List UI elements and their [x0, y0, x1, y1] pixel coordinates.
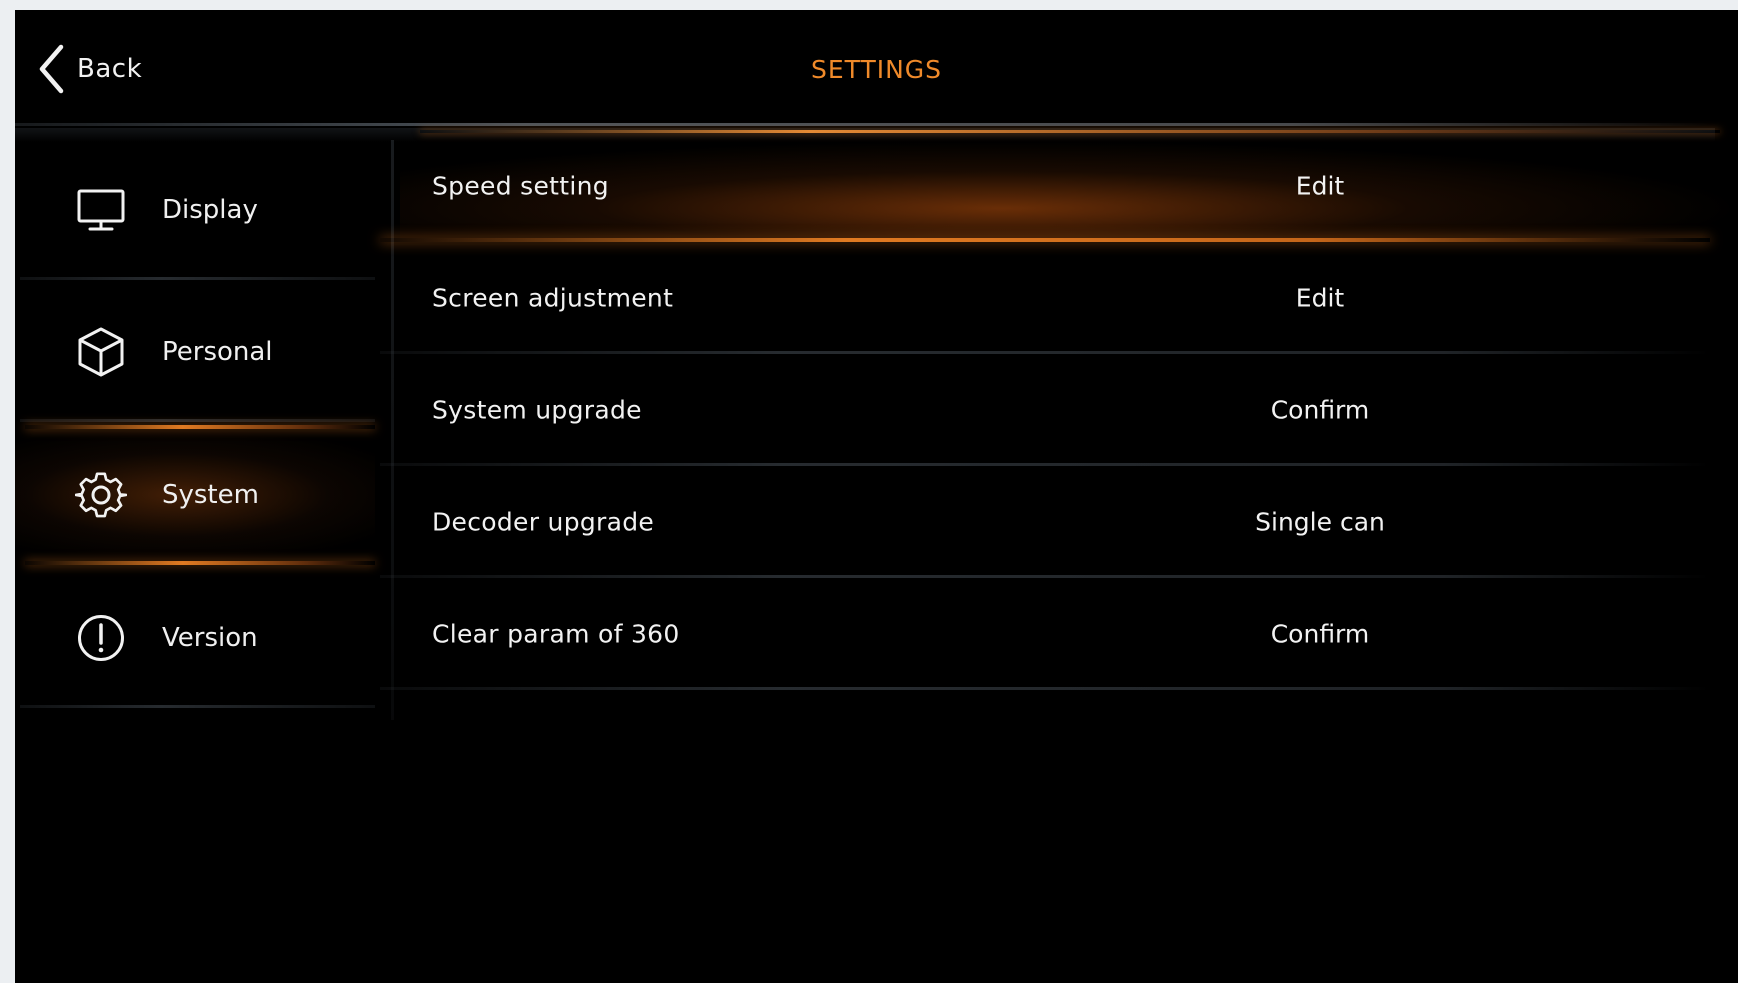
sidebar-item-version[interactable]: Version — [15, 568, 375, 708]
setting-label: System upgrade — [432, 395, 642, 425]
setting-label: Clear param of 360 — [432, 619, 680, 649]
sidebar-item-display[interactable]: Display — [15, 140, 375, 280]
sidebar-item-label: System — [162, 480, 259, 510]
sidebar-item-label: Personal — [162, 337, 273, 367]
sidebar-item-label: Version — [162, 623, 258, 653]
settings-screen: Back SETTINGS Display Personal System Ve… — [15, 10, 1738, 983]
sidebar-item-system[interactable]: System — [15, 425, 375, 565]
confirm-button[interactable]: Confirm — [1220, 396, 1420, 425]
gear-icon — [75, 469, 127, 521]
setting-row-speed-setting[interactable]: Speed setting Edit — [380, 130, 1738, 242]
settings-list: Speed setting Edit Screen adjustment Edi… — [380, 110, 1738, 710]
edit-button[interactable]: Edit — [1220, 172, 1420, 201]
monitor-icon — [75, 184, 127, 236]
setting-row-clear-param-360[interactable]: Clear param of 360 Confirm — [380, 578, 1738, 690]
setting-label: Speed setting — [432, 171, 609, 201]
decoder-mode-option[interactable]: Single can — [1220, 508, 1420, 537]
cube-icon — [75, 326, 127, 378]
info-icon — [75, 612, 127, 664]
setting-row-system-upgrade[interactable]: System upgrade Confirm — [380, 354, 1738, 466]
setting-label: Decoder upgrade — [432, 507, 655, 537]
sidebar: Display Personal System Version — [15, 140, 375, 983]
setting-row-screen-adjustment[interactable]: Screen adjustment Edit — [380, 242, 1738, 354]
sidebar-divider — [391, 140, 394, 720]
setting-row-decoder-upgrade[interactable]: Decoder upgrade Single can — [380, 466, 1738, 578]
setting-label: Screen adjustment — [432, 283, 674, 313]
sidebar-item-label: Display — [162, 195, 258, 225]
sidebar-item-personal[interactable]: Personal — [15, 282, 375, 422]
edit-button[interactable]: Edit — [1220, 284, 1420, 313]
page-title: SETTINGS — [810, 55, 943, 84]
confirm-button[interactable]: Confirm — [1220, 620, 1420, 649]
